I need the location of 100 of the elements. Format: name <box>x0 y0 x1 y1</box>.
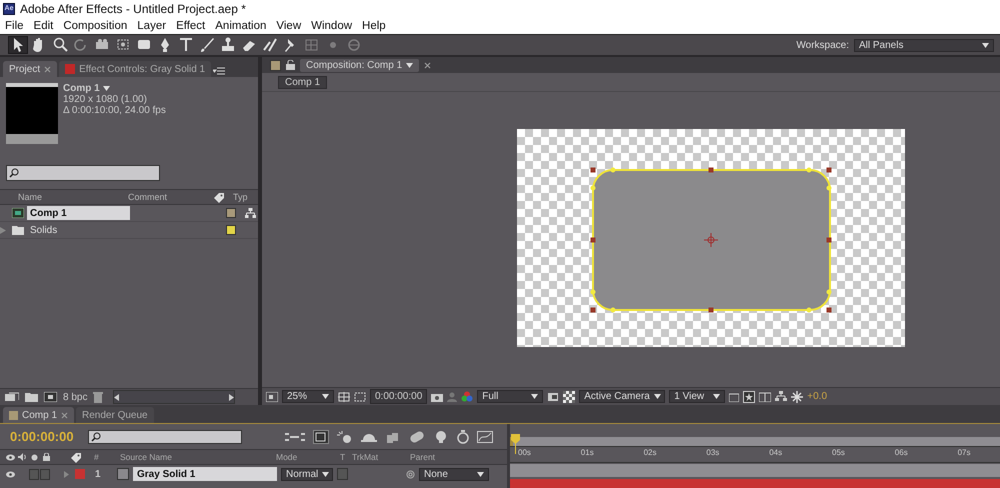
stamp-icon <box>219 36 237 54</box>
panel-tab[interactable]: Project <box>3 61 58 77</box>
mini-flowchart-icon[interactable] <box>285 432 305 442</box>
column-header[interactable]: Name <box>18 192 128 202</box>
menu-item[interactable]: Animation <box>210 20 272 32</box>
menu-item[interactable]: Layer <box>132 20 172 32</box>
label-color-swatch[interactable] <box>75 469 85 479</box>
stopwatch-icon[interactable] <box>457 430 469 444</box>
timeline-panel-icon[interactable] <box>759 392 772 402</box>
right-arrow-icon[interactable] <box>229 394 234 400</box>
timecode-display[interactable]: 0:00:00:00 <box>370 389 428 404</box>
caret-icon <box>654 394 661 399</box>
breadcrumb-item[interactable]: Comp 1 <box>278 76 328 88</box>
composition-resolution: 1920 x 1080 (1.00) <box>63 94 148 105</box>
snapshot-camera-icon[interactable] <box>431 392 444 402</box>
timeline-tab[interactable]: Comp 1 <box>3 407 74 423</box>
exposure-icon[interactable] <box>791 390 804 402</box>
interpret-footage-icon[interactable] <box>5 392 19 402</box>
current-time-display[interactable]: 0:00:00:00 <box>10 429 80 444</box>
pick-whip-icon[interactable] <box>406 470 415 478</box>
close-icon[interactable] <box>61 412 68 418</box>
capsule-icon[interactable] <box>409 430 425 442</box>
time-ruler-label: 04s <box>769 448 782 457</box>
magnification-icon[interactable] <box>266 392 278 402</box>
caret-icon <box>713 394 720 399</box>
title-safe-icon[interactable] <box>338 392 350 402</box>
label-tag-icon[interactable] <box>70 452 82 462</box>
bit-depth-label[interactable]: 8 bpc <box>63 392 88 402</box>
shy-layers-icon[interactable] <box>337 430 353 442</box>
lock-icon[interactable] <box>43 453 50 461</box>
search-icon <box>9 168 19 178</box>
solo-dot-icon[interactable] <box>31 454 38 460</box>
column-header[interactable]: Source Name <box>120 452 276 462</box>
color-channels-icon[interactable] <box>461 391 474 402</box>
caret-icon <box>531 394 538 399</box>
panel-tab[interactable]: Effect Controls: Gray Solid 1 <box>59 61 212 77</box>
caret-icon <box>982 42 989 48</box>
column-header[interactable]: T <box>340 452 352 462</box>
composition-thumbnail <box>6 83 58 144</box>
close-icon[interactable] <box>424 62 432 68</box>
horizontal-scrollbar[interactable] <box>113 390 236 404</box>
composition-icon <box>12 208 24 218</box>
composition-tab[interactable]: Composition: Comp 1 <box>300 58 420 72</box>
eye-icon[interactable] <box>6 470 15 478</box>
workspace-dropdown[interactable]: All Panels <box>854 38 994 52</box>
time-ruler[interactable]: 00s 01s 02s 03s 04s 05s 06s 07s <box>510 446 1000 463</box>
eye-icon[interactable] <box>6 454 15 460</box>
zoom-dropdown[interactable]: 25% <box>282 390 334 403</box>
switch-box[interactable] <box>40 468 50 480</box>
project-item[interactable]: Solids <box>27 223 130 237</box>
menu-item[interactable]: Composition <box>58 20 132 32</box>
camera-dropdown[interactable]: Active Camera <box>579 390 666 403</box>
lightbulb-icon[interactable] <box>433 430 449 444</box>
fast-preview-icon[interactable] <box>743 390 756 402</box>
project-item[interactable]: Comp 1 <box>27 206 130 220</box>
search-field[interactable] <box>6 165 160 181</box>
column-header[interactable]: # <box>94 452 120 462</box>
track-matte-box[interactable] <box>337 468 348 480</box>
speaker-icon[interactable] <box>18 453 27 461</box>
parent-dropdown[interactable]: None <box>419 468 489 480</box>
menu-item[interactable]: Effect <box>171 20 210 32</box>
column-header[interactable]: Parent <box>410 452 436 462</box>
folder-icon <box>12 225 24 235</box>
caret-icon <box>406 62 414 68</box>
column-header[interactable]: TrkMat <box>352 452 410 462</box>
new-composition-icon[interactable] <box>44 392 57 402</box>
flowchart-icon[interactable] <box>775 391 788 402</box>
trash-icon[interactable] <box>93 392 104 402</box>
lock-icon[interactable] <box>286 60 295 70</box>
blend-mode-dropdown[interactable]: Normal <box>281 468 333 480</box>
menu-item[interactable]: Edit <box>28 20 58 32</box>
menu-item[interactable]: File <box>0 20 29 32</box>
search-field[interactable] <box>88 430 242 444</box>
menu-item[interactable]: Window <box>306 20 358 32</box>
playhead-icon[interactable] <box>511 434 520 454</box>
frame-blending-icon[interactable] <box>361 432 377 442</box>
menu-item[interactable]: Help <box>357 20 391 32</box>
graph-editor-icon[interactable] <box>477 430 493 442</box>
arrow-tool-button[interactable] <box>8 36 28 54</box>
layer-name[interactable]: Gray Solid 1 <box>133 467 277 481</box>
column-header[interactable]: Typ <box>233 192 248 202</box>
timeline-tab[interactable]: Render Queue <box>76 407 154 423</box>
region-of-interest-icon[interactable] <box>547 392 560 402</box>
switch-box[interactable] <box>29 468 39 480</box>
exposure-value[interactable]: +0.0 <box>807 391 828 402</box>
draft-3d-icon[interactable] <box>313 430 329 444</box>
menu-item[interactable]: View <box>271 20 306 32</box>
resolution-dropdown[interactable]: Full <box>477 390 544 403</box>
view-layout-dropdown[interactable]: 1 View <box>669 390 726 403</box>
mask-visibility-icon[interactable] <box>354 392 366 402</box>
column-header[interactable]: Mode <box>276 452 340 462</box>
close-icon[interactable] <box>44 66 52 72</box>
time-ruler-label: 07s <box>958 448 970 457</box>
pixel-aspect-icon[interactable] <box>729 392 740 402</box>
column-header[interactable]: Comment <box>128 192 213 202</box>
folder-icon[interactable] <box>25 392 38 402</box>
motion-blur-icon[interactable] <box>385 430 401 442</box>
checkerboard-icon[interactable] <box>563 390 576 402</box>
caret-icon <box>102 86 110 91</box>
left-arrow-icon[interactable] <box>114 394 120 400</box>
